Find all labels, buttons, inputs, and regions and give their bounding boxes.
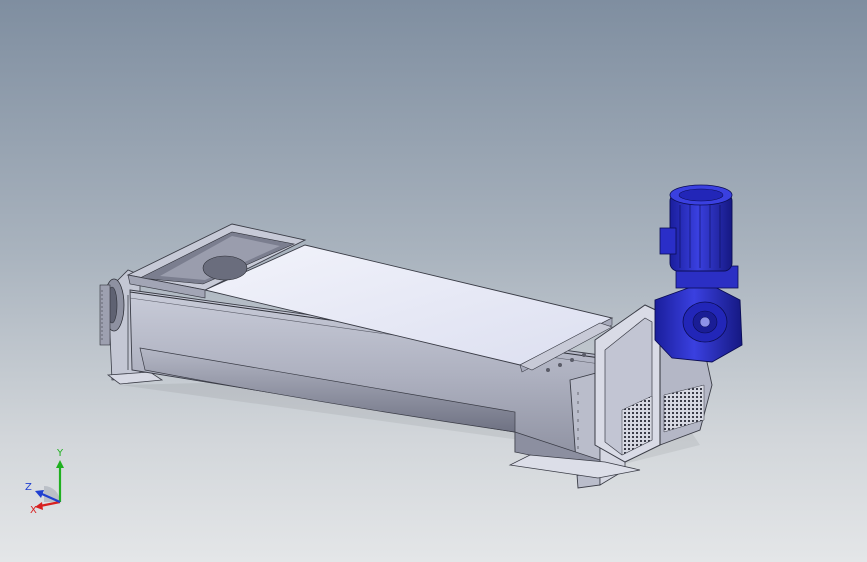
coordinate-triad: Y Z X [25,448,64,516]
x-axis-label: X [30,505,37,516]
z-axis-label: Z [25,482,32,493]
gearbox [654,265,743,363]
y-axis-arrow-icon [56,460,64,468]
x-axis-line [39,500,61,508]
cad-viewport[interactable]: Y Z X [0,0,867,562]
y-axis-label: Y [56,448,64,459]
left-drive-shaft [99,284,111,346]
electric-motor [659,184,733,272]
motor-terminal-box [659,227,677,255]
screw-conveyor-model[interactable] [0,0,867,562]
